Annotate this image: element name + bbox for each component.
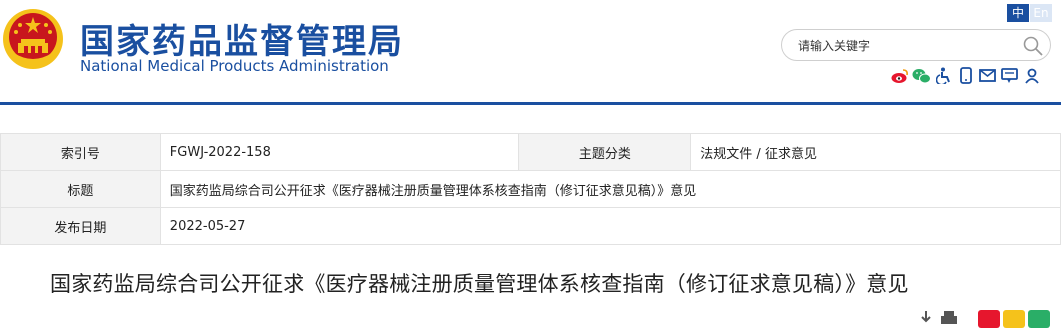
site-title-en[interactable]: National Medical Products Administration <box>80 57 389 75</box>
wechat-icon[interactable] <box>912 66 931 85</box>
table-row: 标题 国家药监局综合司公开征求《医疗器械注册质量管理体系核查指南（修订征求意见稿… <box>0 170 1061 208</box>
date-value: 2022-05-27 <box>159 207 1061 245</box>
mail-icon[interactable] <box>978 66 997 85</box>
download-icon[interactable] <box>918 310 934 328</box>
weibo-icon[interactable] <box>890 66 909 85</box>
lang-chinese-button[interactable]: 中 <box>1007 4 1029 22</box>
table-row: 发布日期 2022-05-27 <box>0 207 1061 245</box>
print-icon[interactable] <box>940 310 958 328</box>
category-value: 法规文件 / 征求意见 <box>690 133 1061 171</box>
article-title: 国家药监局综合司公开征求《医疗器械注册质量管理体系核查指南（修订征求意见稿）》意… <box>50 272 909 296</box>
message-icon[interactable] <box>1000 66 1019 85</box>
category-label: 主题分类 <box>518 133 692 171</box>
header-divider <box>0 102 1061 105</box>
mobile-icon[interactable] <box>956 66 975 85</box>
title-label: 标题 <box>0 170 161 208</box>
search-icon[interactable] <box>1022 35 1044 57</box>
user-icon[interactable] <box>1022 66 1041 85</box>
document-meta-table: 索引号 FGWJ-2022-158 主题分类 法规文件 / 征求意见 标题 国家… <box>0 133 1061 245</box>
share-qzone-icon[interactable] <box>1003 310 1025 328</box>
social-links <box>890 66 1041 86</box>
article-tools <box>918 310 958 328</box>
site-header: 国家药品监督管理局 National Medical Products Admi… <box>0 0 1061 104</box>
table-row: 索引号 FGWJ-2022-158 主题分类 法规文件 / 征求意见 <box>0 133 1061 171</box>
lang-english-button[interactable]: En <box>1030 4 1052 22</box>
share-weibo-icon[interactable] <box>978 310 1000 328</box>
index-value: FGWJ-2022-158 <box>159 133 520 171</box>
share-wechat-icon[interactable] <box>1028 310 1050 328</box>
search-input[interactable] <box>798 36 1018 56</box>
accessibility-icon[interactable] <box>934 66 953 85</box>
national-emblem-icon <box>3 9 63 69</box>
search-box <box>781 29 1051 61</box>
site-title-cn[interactable]: 国家药品监督管理局 <box>80 14 404 63</box>
title-value: 国家药监局综合司公开征求《医疗器械注册质量管理体系核查指南（修订征求意见稿）》意… <box>159 170 1061 208</box>
share-tools <box>978 310 1050 328</box>
index-label: 索引号 <box>0 133 161 171</box>
date-label: 发布日期 <box>0 207 161 245</box>
